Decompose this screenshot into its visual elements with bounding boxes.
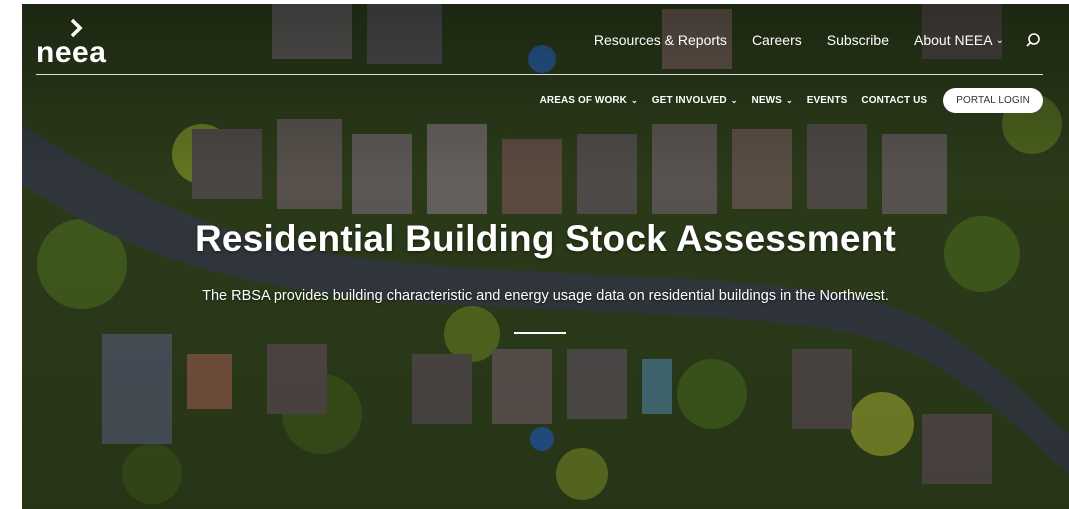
nav-news[interactable]: NEWS ⌄: [752, 95, 793, 106]
nav-careers[interactable]: Careers: [752, 32, 802, 48]
nav-label: Careers: [751, 32, 802, 48]
nav-label: EVENTS: [806, 95, 848, 106]
hero-banner: neea Resources & Reports Careers Subscri…: [22, 4, 1069, 509]
neea-logo[interactable]: neea: [36, 18, 116, 69]
title-divider: [514, 332, 566, 334]
nav-label: Subscribe: [826, 32, 889, 48]
nav-label: Resources & Reports: [593, 32, 727, 48]
top-nav: Resources & Reports Careers Subscribe Ab…: [594, 32, 1041, 48]
chevron-down-icon: ⌄: [785, 96, 793, 105]
chevron-down-icon: ⌄: [730, 96, 738, 105]
nav-label: NEWS: [751, 95, 782, 106]
page-subtitle: The RBSA provides building characteristi…: [202, 288, 889, 304]
nav-label: About NEEA: [914, 32, 993, 48]
nav-divider: [36, 74, 1043, 75]
nav-events[interactable]: EVENTS: [807, 95, 848, 106]
nav-contact-us[interactable]: CONTACT US: [861, 95, 927, 106]
search-icon[interactable]: [1025, 32, 1041, 48]
nav-label: CONTACT US: [861, 95, 928, 106]
sub-nav: AREAS OF WORK ⌄ GET INVOLVED ⌄ NEWS ⌄ EVENT…: [540, 88, 1043, 113]
nav-get-involved[interactable]: GET INVOLVED ⌄: [652, 95, 738, 106]
nav-label: AREAS OF WORK: [539, 95, 627, 106]
chevron-down-icon: ⌄: [630, 96, 638, 105]
portal-login-button[interactable]: PORTAL LOGIN: [943, 88, 1043, 113]
chevron-down-icon: ⌄: [995, 34, 1004, 46]
nav-label: GET INVOLVED: [651, 95, 727, 106]
nav-about-neea[interactable]: About NEEA ⌄: [914, 32, 1004, 48]
logo-wordmark: neea: [36, 36, 107, 69]
nav-subscribe[interactable]: Subscribe: [827, 32, 889, 48]
nav-resources-reports[interactable]: Resources & Reports: [594, 32, 727, 48]
nav-areas-of-work[interactable]: AREAS OF WORK ⌄: [540, 95, 638, 106]
page-title: Residential Building Stock Assessment: [195, 218, 896, 259]
